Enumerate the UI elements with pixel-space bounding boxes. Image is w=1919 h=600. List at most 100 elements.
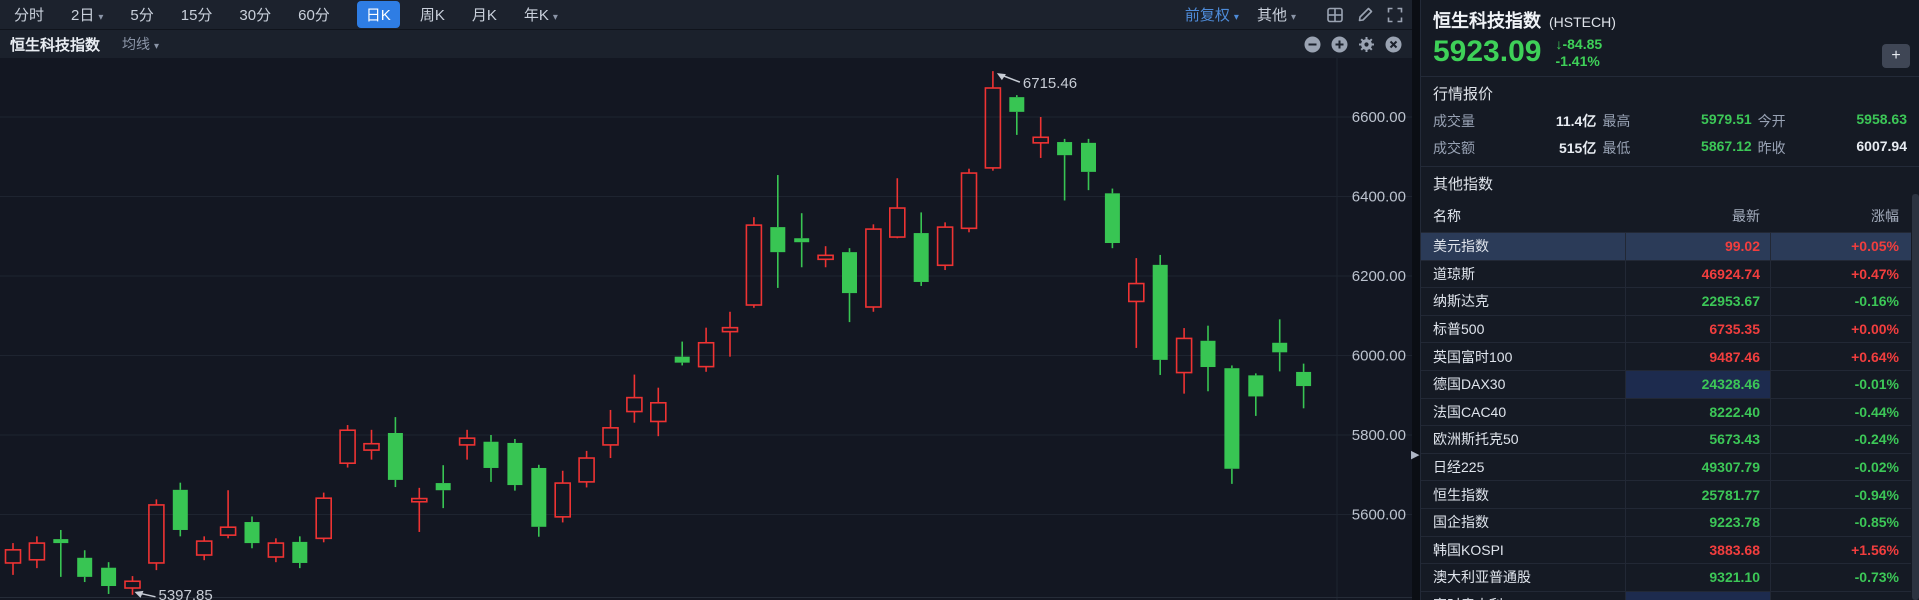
index-last-value: 3883.68 xyxy=(1625,537,1771,564)
quote-section-header: 行情报价 xyxy=(1421,76,1919,109)
index-name: 富时意大利MIB xyxy=(1421,595,1625,600)
close-icon[interactable] xyxy=(1385,36,1402,53)
table-row[interactable]: 标普5006735.35+0.00% xyxy=(1421,315,1911,343)
gear-icon[interactable] xyxy=(1358,36,1375,53)
quote-value: 5979.51 xyxy=(1650,111,1751,131)
chart-pane: 分时 2日▾ 5分 15分 30分 60分 日K 周K 月K 年K▾ 前复权▾ 其他▾ 恒生科技指… xyxy=(0,0,1412,600)
col-header-last: 最新 xyxy=(1625,199,1771,232)
quote-value: 515亿 xyxy=(1495,138,1596,158)
interval-60分[interactable]: 60分 xyxy=(298,4,330,25)
quote-label: 最高 xyxy=(1602,111,1644,131)
index-last-value: 25781.77 xyxy=(1625,481,1771,508)
table-row[interactable]: 韩国KOSPI3883.68+1.56% xyxy=(1421,536,1911,564)
table-row[interactable]: 恒生指数25781.77-0.94% xyxy=(1421,480,1911,508)
layout-grid-icon[interactable] xyxy=(1326,6,1344,24)
add-watchlist-button[interactable]: + xyxy=(1882,44,1910,68)
index-name: 德国DAX30 xyxy=(1421,374,1625,394)
index-change-pct: -0.94% xyxy=(1771,487,1911,503)
collapse-panel-arrow-icon[interactable]: ▶ xyxy=(1411,448,1419,461)
chart-header: 恒生科技指数 均线▾ xyxy=(0,30,1412,58)
candlestick-chart-area[interactable]: 6600.006400.006200.006000.005800.005600.… xyxy=(0,58,1412,600)
index-last-value: 99.02 xyxy=(1625,233,1771,260)
index-name: 美元指数 xyxy=(1421,236,1625,256)
col-header-pct: 涨幅 xyxy=(1771,206,1911,226)
table-row[interactable]: 法国CAC408222.40-0.44% xyxy=(1421,398,1911,426)
interval-周K[interactable]: 周K xyxy=(420,4,445,25)
other-dropdown[interactable]: 其他▾ xyxy=(1257,4,1296,25)
quote-panel: 恒生科技指数 (HSTECH) 5923.09 ↓-84.85 -1.41% +… xyxy=(1420,0,1919,600)
index-name: 道琼斯 xyxy=(1421,264,1625,284)
quote-label: 最低 xyxy=(1602,138,1644,158)
svg-text:6400.00: 6400.00 xyxy=(1352,189,1406,206)
index-change-pct: +0.47% xyxy=(1771,266,1911,282)
svg-text:6600.00: 6600.00 xyxy=(1352,109,1406,126)
quote-value: 5958.63 xyxy=(1806,111,1907,131)
table-row[interactable]: 道琼斯46924.74+0.47% xyxy=(1421,260,1911,288)
index-name: 欧洲斯托克50 xyxy=(1421,429,1625,449)
index-change-pct: -0.24% xyxy=(1771,431,1911,447)
index-name: 国企指数 xyxy=(1421,512,1625,532)
quote-label: 今开 xyxy=(1758,111,1800,131)
quote-value: 5867.12 xyxy=(1650,138,1751,158)
indices-table-body: 美元指数99.02+0.05%道琼斯46924.74+0.47%纳斯达克2295… xyxy=(1421,232,1911,600)
table-row[interactable]: 英国富时1009487.46+0.64% xyxy=(1421,342,1911,370)
interval-2日[interactable]: 2日▾ xyxy=(71,4,103,25)
quote-value: 6007.94 xyxy=(1806,138,1907,158)
table-row[interactable]: 国企指数9223.78-0.85% xyxy=(1421,508,1911,536)
index-name: 恒生指数 xyxy=(1421,485,1625,505)
index-change-pct: -0.01% xyxy=(1771,376,1911,392)
index-last-value xyxy=(1625,592,1771,600)
panel-scrollbar[interactable] xyxy=(1912,194,1919,600)
index-last-value: 9223.78 xyxy=(1625,509,1771,536)
table-row[interactable]: 日经22549307.79-0.02% xyxy=(1421,453,1911,481)
svg-text:6715.46: 6715.46 xyxy=(1023,75,1077,92)
indices-section-header: 其他指数 xyxy=(1421,166,1919,199)
candlestick-chart[interactable]: 6600.006400.006200.006000.005800.005600.… xyxy=(0,58,1412,600)
trading-app: 分时 2日▾ 5分 15分 30分 60分 日K 周K 月K 年K▾ 前复权▾ 其他▾ 恒生科技指… xyxy=(0,0,1919,600)
index-title: 恒生科技指数 xyxy=(1433,7,1541,33)
svg-text:6200.00: 6200.00 xyxy=(1352,268,1406,285)
col-header-name: 名称 xyxy=(1421,206,1625,226)
table-row[interactable]: 美元指数99.02+0.05% xyxy=(1421,232,1911,260)
table-row[interactable]: 欧洲斯托克505673.43-0.24% xyxy=(1421,425,1911,453)
chart-symbol-label: 恒生科技指数 xyxy=(10,34,100,55)
interval-月K[interactable]: 月K xyxy=(472,4,497,25)
index-last-value: 22953.67 xyxy=(1625,288,1771,315)
indices-table: 名称 最新 涨幅 美元指数99.02+0.05%道琼斯46924.74+0.47… xyxy=(1421,199,1911,600)
change-block: ↓-84.85 -1.41% xyxy=(1555,36,1602,70)
adjust-mode-dropdown[interactable]: 前复权▾ xyxy=(1185,4,1239,25)
svg-text:5600.00: 5600.00 xyxy=(1352,506,1406,523)
index-change-pct: +1.56% xyxy=(1771,542,1911,558)
interval-年K[interactable]: 年K▾ xyxy=(524,4,558,25)
toolbar-intervals: 分时 2日▾ 5分 15分 30分 60分 日K 周K 月K 年K▾ xyxy=(14,1,585,28)
zoom-out-icon[interactable] xyxy=(1304,36,1321,53)
table-row[interactable]: 澳大利亚普通股9321.10-0.73% xyxy=(1421,563,1911,591)
panel-divider: ▶ xyxy=(1412,0,1420,600)
index-change-pct: -0.44% xyxy=(1771,404,1911,420)
index-last-value: 9487.46 xyxy=(1625,343,1771,370)
ma-dropdown[interactable]: 均线▾ xyxy=(122,34,159,54)
price-change: ↓-84.85 xyxy=(1555,36,1602,53)
interval-日K[interactable]: 日K xyxy=(357,1,400,28)
index-name: 标普500 xyxy=(1421,319,1625,339)
quote-value: 11.4亿 xyxy=(1495,111,1596,131)
interval-分时[interactable]: 分时 xyxy=(14,4,44,25)
index-last-value: 24328.46 xyxy=(1625,371,1771,398)
index-last-value: 49307.79 xyxy=(1625,454,1771,481)
chevron-down-icon: ▾ xyxy=(98,12,103,23)
interval-15分[interactable]: 15分 xyxy=(181,4,213,25)
index-last-value: 6735.35 xyxy=(1625,316,1771,343)
table-row[interactable]: 德国DAX3024328.46-0.01% xyxy=(1421,370,1911,398)
fullscreen-icon[interactable] xyxy=(1386,6,1404,24)
interval-toolbar: 分时 2日▾ 5分 15分 30分 60分 日K 周K 月K 年K▾ 前复权▾ 其他▾ xyxy=(0,0,1412,30)
interval-30分[interactable]: 30分 xyxy=(239,4,271,25)
table-row[interactable]: 富时意大利MIB xyxy=(1421,591,1911,600)
draw-brush-icon[interactable] xyxy=(1356,6,1374,24)
interval-5分[interactable]: 5分 xyxy=(130,4,153,25)
table-row[interactable]: 纳斯达克22953.67-0.16% xyxy=(1421,287,1911,315)
index-name: 纳斯达克 xyxy=(1421,291,1625,311)
index-change-pct: -0.85% xyxy=(1771,514,1911,530)
quote-label: 成交额 xyxy=(1433,138,1489,158)
zoom-in-icon[interactable] xyxy=(1331,36,1348,53)
index-change-pct: -0.02% xyxy=(1771,459,1911,475)
